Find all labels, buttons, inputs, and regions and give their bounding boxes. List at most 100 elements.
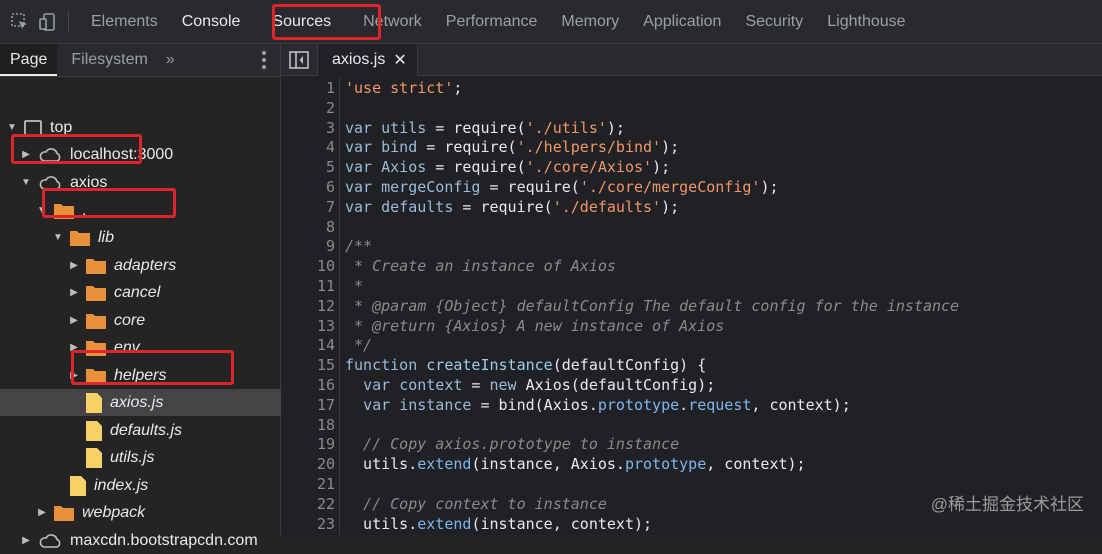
collapse-arrow-icon[interactable]: ▶ <box>68 342 80 354</box>
line-number[interactable]: 14 <box>281 335 335 355</box>
expand-arrow-icon[interactable]: ▼ <box>20 177 32 189</box>
tree-item-label: maxcdn.bootstrapcdn.com <box>70 531 258 549</box>
collapse-arrow-icon[interactable]: ▶ <box>36 507 48 519</box>
kebab-menu-icon[interactable] <box>262 51 266 69</box>
line-number[interactable]: 3 <box>281 118 335 138</box>
tab-console[interactable]: Console <box>170 0 253 44</box>
line-number[interactable]: 6 <box>281 177 335 197</box>
file-icon <box>86 447 102 468</box>
tab-elements[interactable]: Elements <box>79 0 170 44</box>
line-number[interactable]: 4 <box>281 137 335 157</box>
tree-item-label: top <box>50 118 73 136</box>
toggle-navigator-icon[interactable] <box>281 43 318 76</box>
tree-item-label: webpack <box>82 503 146 521</box>
folder-icon <box>86 339 106 356</box>
code-text: utils.extend(instance, Axios.prototype, … <box>345 455 806 474</box>
frame-icon <box>24 119 42 136</box>
cloud-icon <box>38 147 62 163</box>
tree-item-maxcdn[interactable]: ▶ maxcdn.bootstrapcdn.com <box>0 527 300 554</box>
tree-item-label: adapters <box>114 256 177 274</box>
expand-arrow-icon[interactable]: ▼ <box>6 122 18 134</box>
tree-item-webpack[interactable]: ▶ webpack <box>0 499 316 526</box>
line-number[interactable]: 22 <box>281 494 335 514</box>
line-number[interactable]: 19 <box>281 434 335 454</box>
expand-arrow-icon[interactable]: ▼ <box>36 205 48 217</box>
code-text: * @param {Object} defaultConfig The defa… <box>345 296 960 315</box>
code-text: var defaults = require('./defaults'); <box>345 197 680 216</box>
tree-item-axios[interactable]: ▼ axios <box>0 169 300 196</box>
line-number[interactable]: 8 <box>281 217 335 237</box>
line-number[interactable]: 17 <box>281 395 335 415</box>
line-number[interactable]: 9 <box>281 236 335 256</box>
code-text: utils.extend(instance, context); <box>345 514 653 533</box>
collapse-arrow-icon[interactable]: ▶ <box>20 535 32 547</box>
devtools-toolbar: Elements Console Sources Network Perform… <box>0 0 1102 44</box>
tab-performance[interactable]: Performance <box>434 0 550 44</box>
code-text: // Copy axios.prototype to instance <box>345 435 680 454</box>
line-number[interactable]: 23 <box>281 514 335 534</box>
tree-item-dot[interactable]: ▼ . <box>0 197 316 224</box>
collapse-arrow-icon[interactable]: ▶ <box>68 315 80 327</box>
collapse-arrow-icon[interactable]: ▶ <box>68 370 80 382</box>
collapse-arrow-icon[interactable]: ▶ <box>68 287 80 299</box>
line-number[interactable]: 1 <box>281 78 335 98</box>
tree-item-label: lib <box>98 228 115 246</box>
line-number[interactable]: 16 <box>281 375 335 395</box>
line-number[interactable]: 18 <box>281 415 335 435</box>
tree-item-top[interactable]: ▼ top <box>0 114 286 141</box>
line-number[interactable]: 2 <box>281 98 335 118</box>
code-area[interactable]: 1 'use strict'; 2 3 var utils = require('./u… <box>281 77 1102 535</box>
more-tabs-icon[interactable]: » <box>158 51 183 69</box>
editor-tab-label: axios.js <box>332 50 386 68</box>
tree-item-label: helpers <box>114 366 167 384</box>
folder-icon <box>86 284 106 301</box>
folder-icon <box>54 504 74 521</box>
tree-item-localhost[interactable]: ▶ localhost:3000 <box>0 141 300 168</box>
navigator-panel: Page Filesystem » ▼ top ▶ localhost:3000… <box>0 44 366 549</box>
line-number[interactable]: 15 <box>281 355 335 375</box>
close-icon[interactable]: ✕ <box>393 50 406 70</box>
line-number[interactable]: 21 <box>281 474 335 494</box>
code-text: */ <box>345 336 373 355</box>
code-text: /** <box>345 237 373 256</box>
file-icon <box>86 392 102 413</box>
tab-page[interactable]: Page <box>0 44 58 76</box>
line-number[interactable]: 5 <box>281 157 335 177</box>
folder-icon <box>54 202 74 219</box>
code-text: * <box>345 277 364 295</box>
line-number[interactable]: 12 <box>281 296 335 316</box>
line-number[interactable]: 13 <box>281 316 335 336</box>
folder-icon <box>86 312 106 329</box>
tab-security[interactable]: Security <box>733 0 815 44</box>
code-text: var instance = bind(Axios.prototype.requ… <box>363 395 851 414</box>
navigator-tabs: Page Filesystem » <box>0 44 280 77</box>
toolbar-divider <box>68 10 69 33</box>
editor-tab-axios-js[interactable]: axios.js ✕ <box>318 43 418 76</box>
tree-item-label: env <box>114 338 140 356</box>
code-text: function createInstance(defaultConfig) { <box>345 356 707 375</box>
tab-lighthouse[interactable]: Lighthouse <box>815 0 917 44</box>
inspect-element-icon[interactable] <box>6 8 34 36</box>
device-toolbar-icon[interactable] <box>34 8 62 36</box>
tab-network[interactable]: Network <box>351 0 434 44</box>
tree-item-label: axios.js <box>110 393 164 411</box>
code-text: * @return {Axios} A new instance of Axio… <box>345 316 725 335</box>
collapse-arrow-icon[interactable]: ▶ <box>20 149 32 161</box>
collapse-arrow-icon[interactable]: ▶ <box>68 260 80 272</box>
tab-application[interactable]: Application <box>631 0 733 44</box>
tree-item-label: cancel <box>114 283 161 301</box>
line-number[interactable]: 7 <box>281 197 335 217</box>
line-number[interactable]: 11 <box>281 276 335 296</box>
tab-memory[interactable]: Memory <box>549 0 631 44</box>
line-number[interactable]: 20 <box>281 454 335 474</box>
tab-filesystem[interactable]: Filesystem <box>61 44 157 76</box>
line-number[interactable]: 10 <box>281 256 335 276</box>
code-text: var bind = require('./helpers/bind'); <box>345 138 680 157</box>
tree-item-label: axios <box>70 173 108 191</box>
expand-arrow-icon[interactable]: ▼ <box>52 232 64 244</box>
tree-item-label: . <box>82 201 87 219</box>
tree-item-label: defaults.js <box>110 421 183 439</box>
tab-sources[interactable]: Sources <box>252 0 351 44</box>
file-icon <box>86 420 102 441</box>
folder-icon <box>86 257 106 274</box>
